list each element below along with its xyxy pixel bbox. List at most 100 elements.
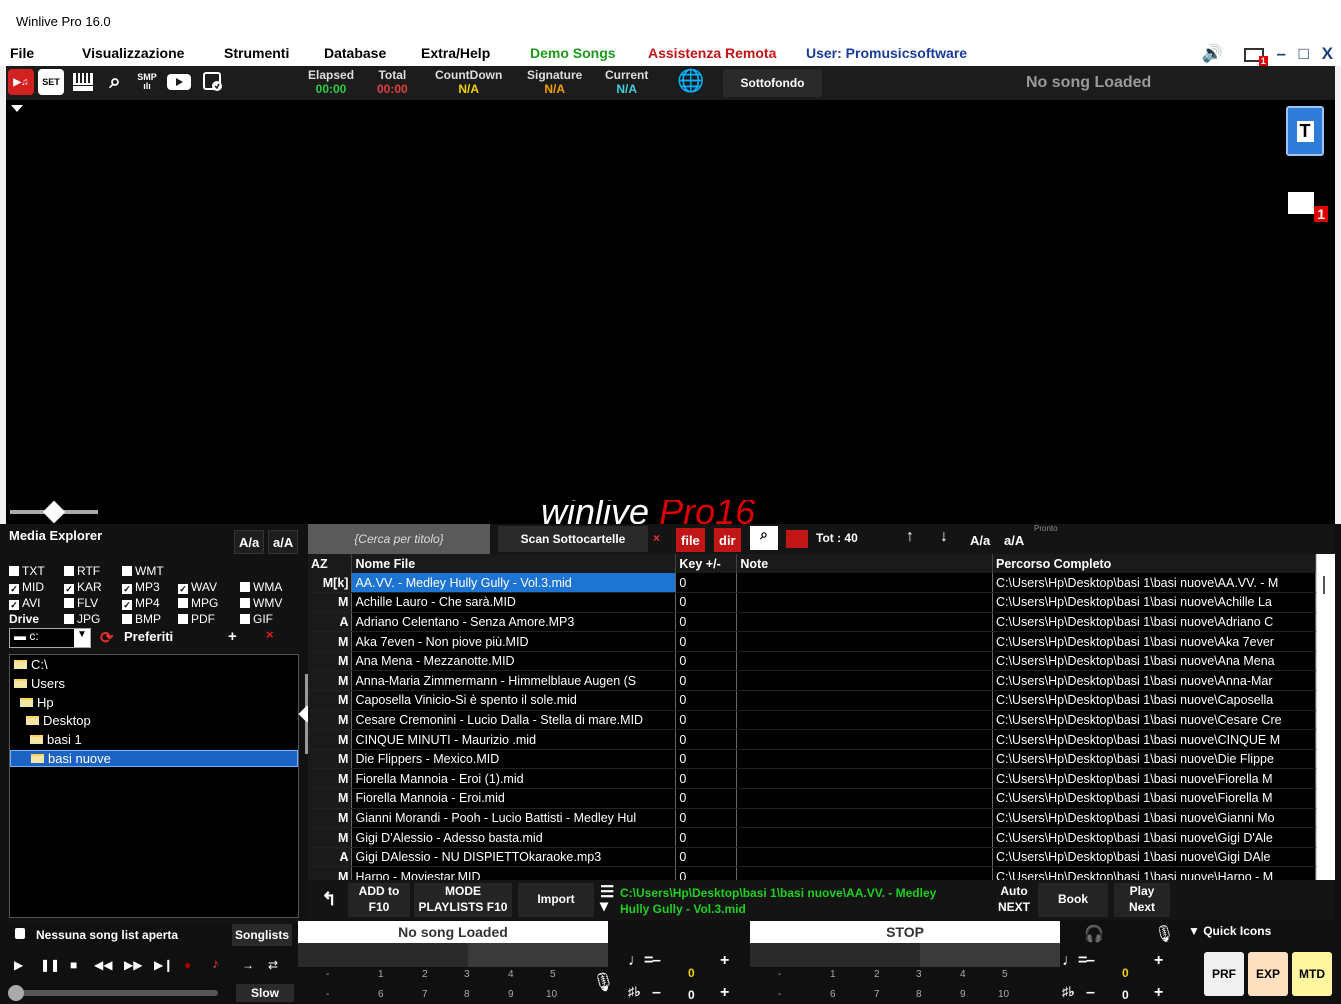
filter-mid[interactable]: ✓ MID [9,580,44,594]
table-row[interactable]: M Achille Lauro - Che sarà.MID 0 C:\Users\H… [308,592,1316,613]
back-arrow-icon[interactable]: ↰ [312,883,346,917]
globe-karaoke-icon[interactable]: 🌐 [677,68,704,94]
keyboard-icon[interactable] [70,69,96,95]
table-row[interactable]: M CINQUE MINUTI - Maurizio .mid 0 C:\Users\… [308,729,1316,750]
refresh-icon[interactable]: ⟳ [100,628,113,648]
arrow-right-icon[interactable]: → [242,958,254,972]
exp-button[interactable]: EXP [1248,952,1288,996]
table-row[interactable]: M Anna-Maria Zimmermann - Himmelblaue Aug… [308,670,1316,692]
search-input[interactable]: {Cerca per titolo} [308,524,490,554]
set-icon[interactable]: SET [38,69,64,95]
table-row[interactable]: M[k] AA.VV. - Medley Hully Gully - Vol.3.… [308,573,1316,594]
tree-node-basi1[interactable]: basi 1 [30,732,82,747]
filter-wma[interactable]: WMA [240,580,282,594]
filter-rtf[interactable]: RTF [64,564,100,578]
table-row[interactable]: M Fiorella Mannoia - Eroi.mid 0 C:\Users\Hp… [308,788,1316,809]
menu-extra-help[interactable]: Extra/Help [421,45,490,61]
filter-wav[interactable]: ✓ WAV [178,580,217,594]
col-az[interactable]: AZ [308,554,353,573]
file-button[interactable]: file [676,528,705,552]
table-row[interactable]: M Aka 7even - Non piove più.MID 0 C:\Users\… [308,631,1316,652]
scan-subfolders-button[interactable]: Scan Sottocartelle [498,526,648,552]
tree-node-c[interactable]: C:\ [14,657,48,672]
pitch-plus[interactable]: + [720,984,729,1002]
table-row[interactable]: M Harpo - Moviestar.MID 0 C:\Users\Hp\Deskt… [308,866,1316,880]
tree-node-hp[interactable]: Hp [20,695,54,710]
filter-mpg[interactable]: MPG [178,596,218,610]
mic-icon[interactable]: 🎙 [592,972,615,993]
tempo-plus[interactable]: + [720,952,729,970]
table-row[interactable]: A Adriano Celentano - Senza Amore.MP3 0 C:\… [308,612,1316,633]
add-to-button[interactable]: ADD to F10 [348,883,410,917]
speaker-icon[interactable]: 🔊 [1202,44,1223,63]
col-key[interactable]: Key +/- [675,554,738,573]
sottofondo-button[interactable]: Sottofondo [723,69,822,97]
play-icon[interactable]: ▶ [14,958,23,972]
dir-button[interactable]: dir [714,528,741,552]
search-icon[interactable]: ⌕ [102,69,128,95]
pause-icon[interactable]: ❚❚ [40,958,60,972]
songlists-button[interactable]: Songlists [232,924,292,946]
search-filter-icon[interactable]: ⌕ [750,526,778,550]
stop-icon[interactable]: ■ [70,958,77,972]
filter-avi[interactable]: ✓ AVI [9,596,40,610]
rewind-icon[interactable]: ◀◀ [94,958,112,972]
tempo-plus-right[interactable]: + [1154,952,1163,970]
list-icon[interactable] [786,530,808,548]
metronome-icon[interactable]: ♪ [212,955,219,971]
close-button[interactable]: X [1322,44,1333,63]
mic-icon-right[interactable]: 🎙 [1154,924,1174,944]
player-icon[interactable]: ▶♫ [8,69,34,95]
menu-file[interactable]: File [10,45,34,61]
repeat-icon[interactable]: ⇄ [268,958,278,972]
filter-bmp[interactable]: BMP [122,612,161,626]
filter-kar[interactable]: ✓ KAR [64,580,102,594]
tree-node-users[interactable]: Users [14,676,65,691]
auto-next-button[interactable]: Auto NEXT [994,883,1034,917]
tempo-minus[interactable]: – [652,952,661,970]
mail-icon[interactable]: 1 [1236,44,1268,66]
next-track-icon[interactable]: ▶❙ [154,958,173,972]
menu-demo-songs[interactable]: Demo Songs [530,45,616,61]
stage-mail-icon[interactable]: 1 [1288,192,1328,222]
table-row[interactable]: M Gianni Morandi - Pooh - Lucio Battisti … [308,808,1316,829]
text-button[interactable]: T [1286,106,1324,156]
table-row[interactable]: M Ana Mena - Mezzanotte.MID 0 C:\Users\Hp\D… [308,651,1316,672]
filter-flv[interactable]: FLV [64,596,98,610]
case-lower-button[interactable]: a/A [268,530,299,554]
sort-lower-button[interactable]: a/A [1000,528,1028,552]
tempo-minus-right[interactable]: – [1086,952,1095,970]
mode-playlists-button[interactable]: MODE PLAYLISTS F10 [414,883,512,917]
smp-icon[interactable]: SMP ılı [134,69,160,95]
position-slider[interactable] [8,985,218,1001]
filter-txt[interactable]: TXT [9,564,45,578]
youtube-icon[interactable] [166,69,192,95]
play-next-button[interactable]: Play Next [1114,883,1170,917]
slow-button[interactable]: Slow [236,984,294,1002]
pitch-minus[interactable]: – [652,984,661,1002]
menu-database[interactable]: Database [324,45,386,61]
record-icon[interactable]: ● [184,958,191,972]
pitch-minus-right[interactable]: – [1086,984,1095,1002]
move-up-button[interactable]: ↑ [906,528,914,546]
save-icon[interactable] [200,69,226,95]
table-row[interactable]: A Gigi DAlessio - NU DISPIETTOkaraoke.mp3… [308,847,1316,868]
mtd-button[interactable]: MTD [1292,952,1332,996]
splitter-handle[interactable] [10,500,98,524]
book-button[interactable]: Book [1038,883,1108,917]
drive-select[interactable]: ▬ c: ▼ [9,628,91,648]
menu-strumenti[interactable]: Strumenti [224,45,289,61]
menu-assistenza-remota[interactable]: Assistenza Remota [648,45,776,61]
filter-mp4[interactable]: ✓ MP4 [122,596,160,610]
move-down-button[interactable]: ↓ [940,528,948,546]
maximize-button[interactable]: □ [1299,44,1309,63]
col-note[interactable]: Note [736,554,994,573]
tree-node-desktop[interactable]: Desktop [26,713,91,728]
tree-node-basi-nuove[interactable]: basi nuove [10,750,298,767]
quick-icons-header[interactable]: ▼ Quick Icons [1188,924,1271,938]
col-nome-file[interactable]: Nome File [351,554,677,573]
headphones-icon[interactable]: 🎧 [1084,924,1104,944]
remove-favorite-button[interactable]: × [266,627,274,642]
table-row[interactable]: M Gigi D'Alessio - Adesso basta.mid 0 C:\Us… [308,827,1316,848]
clear-search-button[interactable]: × [653,531,660,545]
